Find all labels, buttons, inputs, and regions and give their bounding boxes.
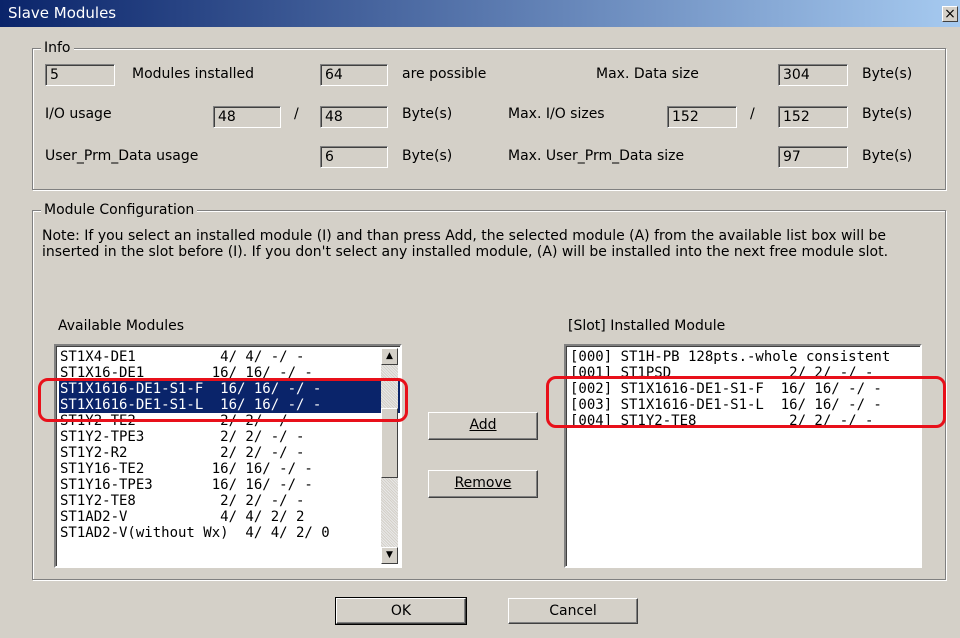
user-prm-usage-field: 6 <box>320 146 388 168</box>
scroll-up-icon[interactable]: ▲ <box>381 348 398 365</box>
cancel-button[interactable]: Cancel <box>508 598 638 624</box>
max-user-prm-unit: Byte(s) <box>862 148 913 164</box>
user-prm-usage-label: User_Prm_Data usage <box>45 148 199 164</box>
config-note: Note: If you select an installed module … <box>42 228 889 260</box>
max-io-sizes-field-2: 152 <box>778 106 848 128</box>
max-data-size-field: 304 <box>778 64 848 86</box>
io-usage-field-1: 48 <box>213 106 281 128</box>
cancel-button-label: Cancel <box>549 603 597 619</box>
info-legend: Info <box>41 39 74 57</box>
io-usage-label: I/O usage <box>45 106 112 122</box>
list-item[interactable]: ST1Y2-TPE3 2/ 2/ -/ - <box>59 429 400 445</box>
module-config-legend: Module Configuration <box>41 201 198 219</box>
io-usage-sep: / <box>294 106 299 122</box>
max-io-sizes-unit: Byte(s) <box>862 106 913 122</box>
ok-button-label: OK <box>390 603 412 619</box>
close-icon: × <box>944 6 956 22</box>
list-item[interactable]: ST1Y16-TPE3 16/ 16/ -/ - <box>59 477 400 493</box>
remove-button[interactable]: Remove <box>428 470 538 498</box>
available-modules-label: Available Modules <box>58 318 185 334</box>
ok-button[interactable]: OK <box>335 597 467 625</box>
modules-installed-field: 5 <box>45 64 115 86</box>
list-item[interactable]: ST1Y16-TE2 16/ 16/ -/ - <box>59 461 400 477</box>
max-io-sizes-field-1: 152 <box>667 106 737 128</box>
io-usage-field-2: 48 <box>320 106 388 128</box>
possible-field: 64 <box>320 64 388 86</box>
list-item[interactable]: ST1AD2-V(without Wx) 4/ 4/ 2/ 0 <box>59 525 400 541</box>
list-item[interactable]: ST1AD2-V 4/ 4/ 2/ 2 <box>59 509 400 525</box>
list-item[interactable]: ST1Y2-TE8 2/ 2/ -/ - <box>59 493 400 509</box>
window-title: Slave Modules <box>8 4 117 22</box>
list-item[interactable]: ST1X4-DE1 4/ 4/ -/ - <box>59 349 400 365</box>
possible-label: are possible <box>402 66 487 82</box>
max-user-prm-field: 97 <box>778 146 848 168</box>
highlight-available-selection <box>38 378 408 422</box>
highlight-installed-selection <box>546 376 946 428</box>
max-user-prm-label: Max. User_Prm_Data size <box>508 148 685 164</box>
list-item[interactable]: ST1Y2-R2 2/ 2/ -/ - <box>59 445 400 461</box>
close-button[interactable]: × <box>942 6 958 22</box>
scroll-down-icon[interactable]: ▼ <box>381 547 398 564</box>
max-io-sizes-sep: / <box>750 106 755 122</box>
max-data-size-unit: Byte(s) <box>862 66 913 82</box>
add-button[interactable]: Add <box>428 412 538 440</box>
add-button-label: Add <box>469 417 497 433</box>
installed-modules-label: [Slot] Installed Module <box>568 318 726 334</box>
title-bar: Slave Modules <box>0 0 960 27</box>
max-io-sizes-label: Max. I/O sizes <box>508 106 605 122</box>
io-usage-unit: Byte(s) <box>402 106 453 122</box>
modules-installed-label: Modules installed <box>132 66 255 82</box>
list-item[interactable]: [000] ST1H-PB 128pts.-whole consistent <box>569 349 920 365</box>
user-prm-usage-unit: Byte(s) <box>402 148 453 164</box>
remove-button-label: Remove <box>454 475 512 491</box>
max-data-size-label: Max. Data size <box>596 66 699 82</box>
